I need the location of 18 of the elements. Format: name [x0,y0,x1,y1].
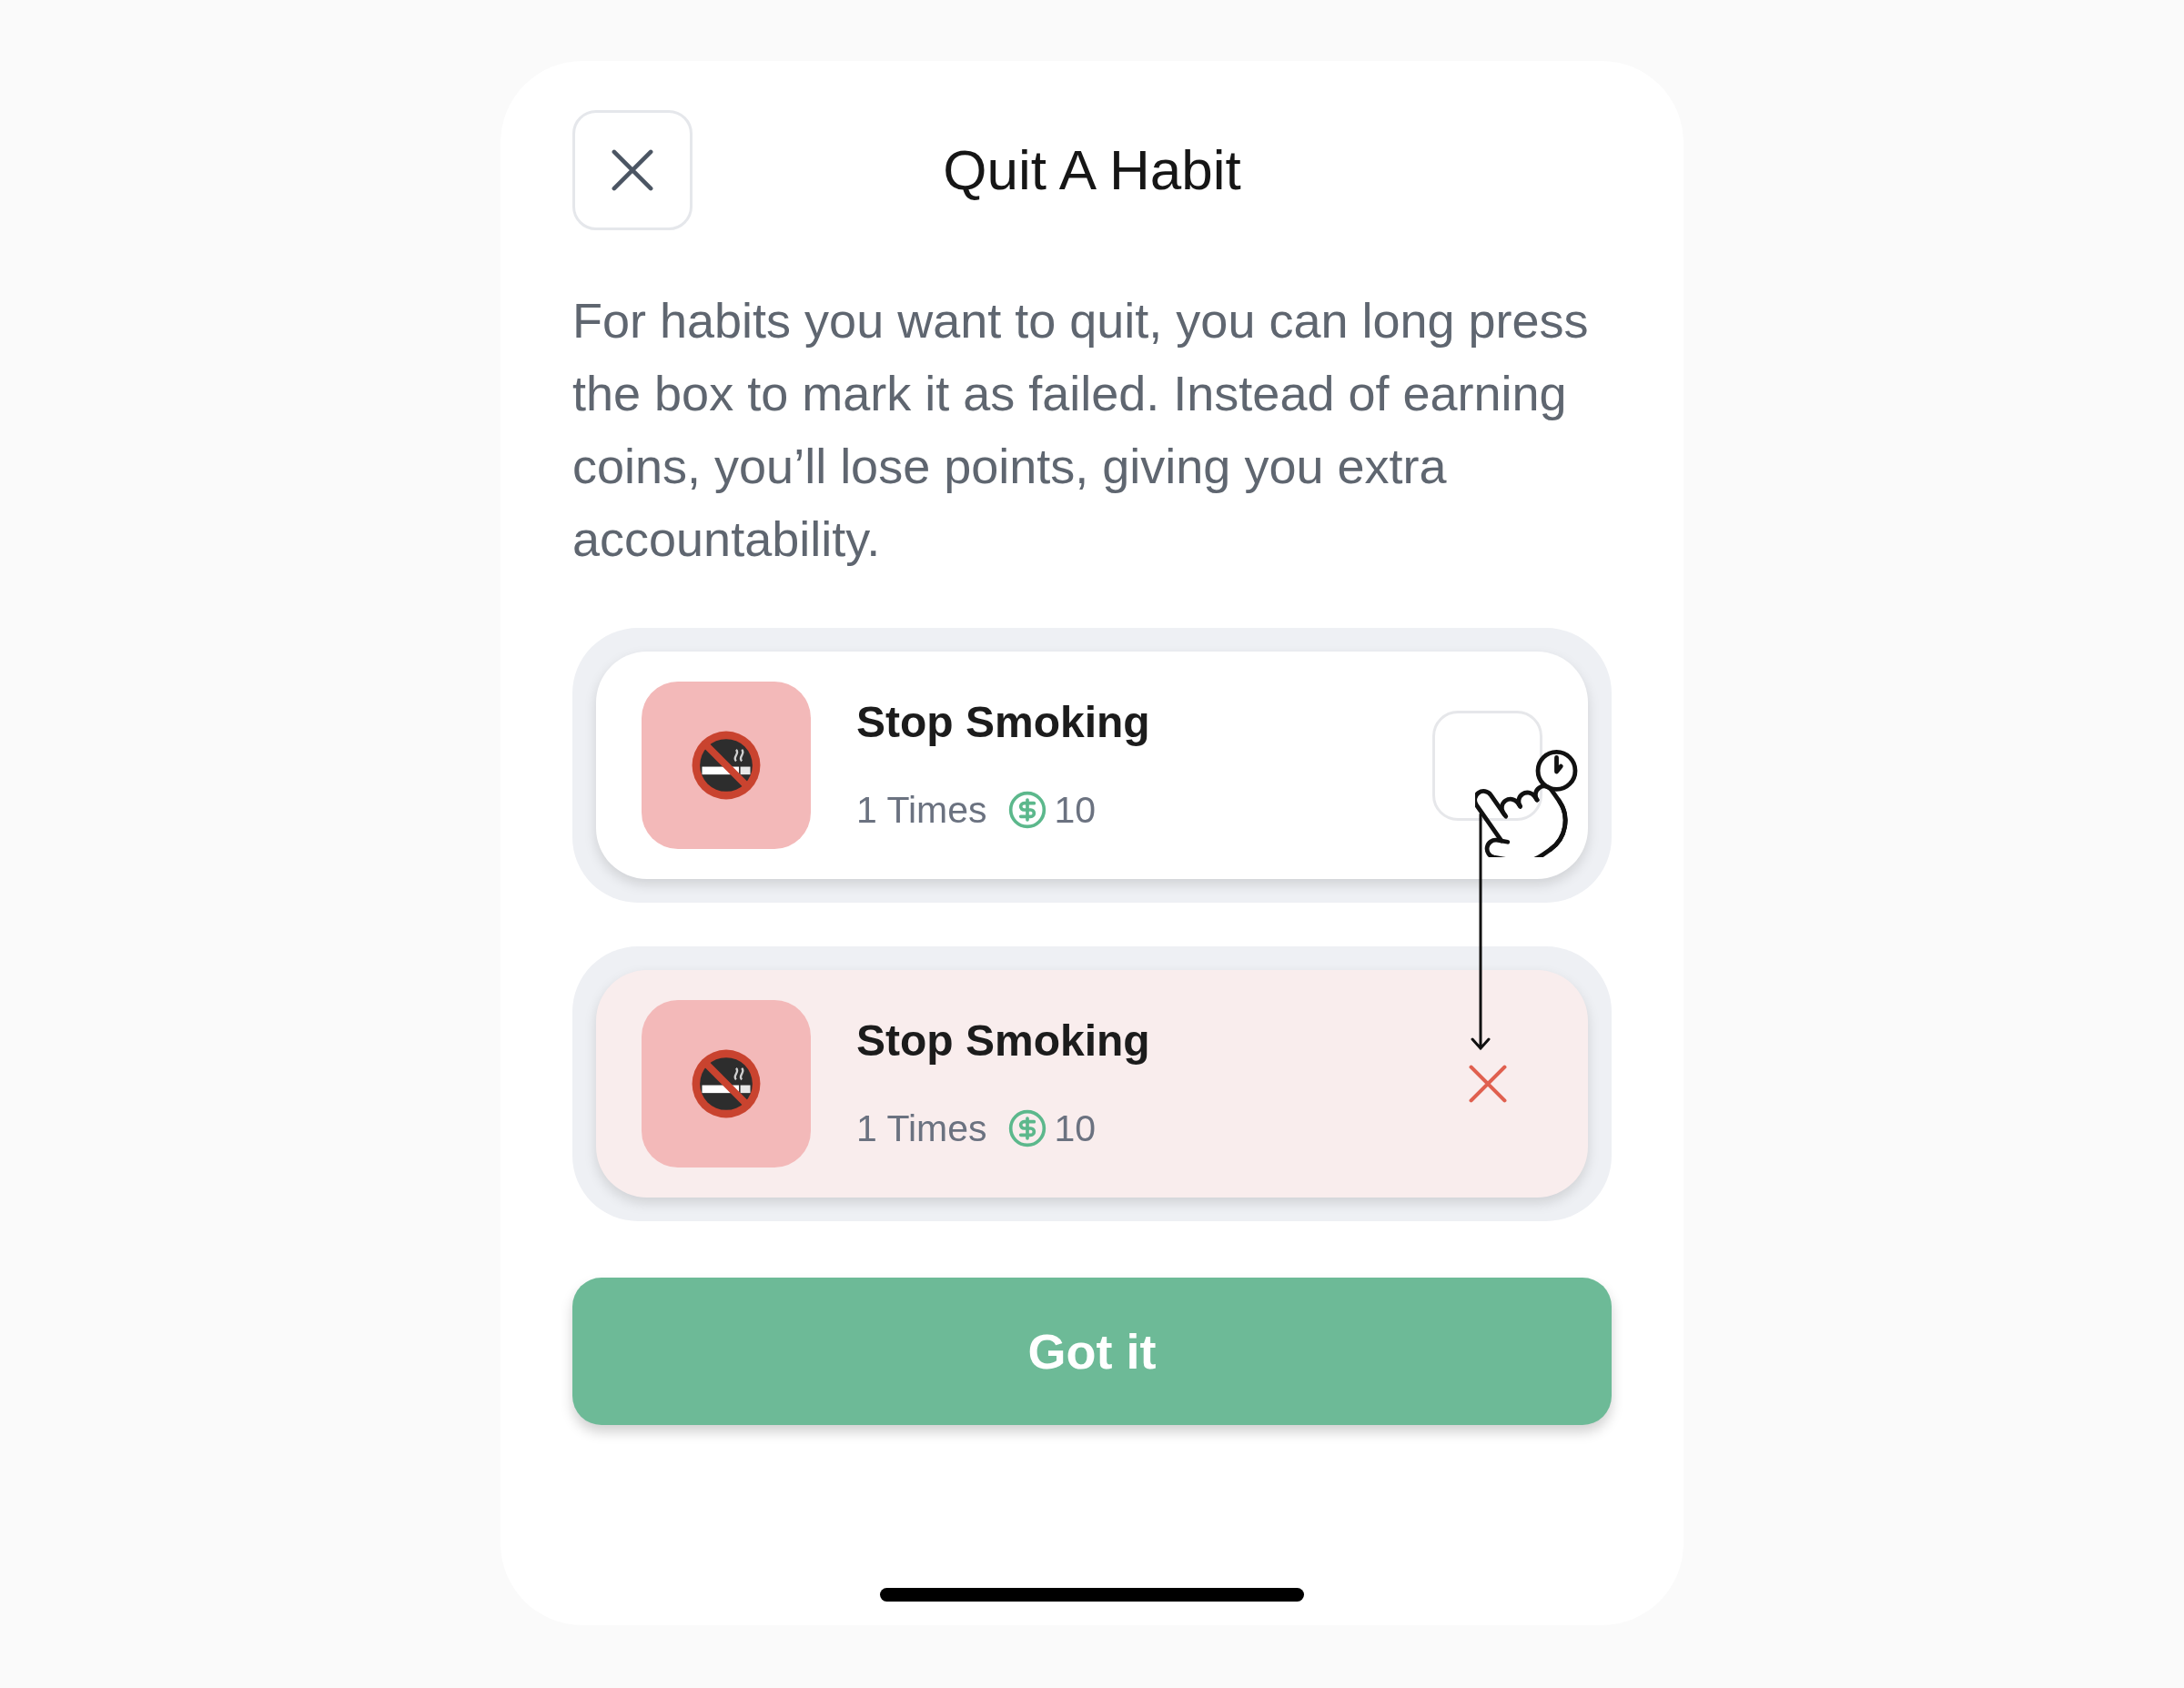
habit-card[interactable]: Stop Smoking 1 Times 10 [596,970,1588,1198]
close-icon [612,149,653,191]
no-smoking-icon [642,682,811,849]
coin-icon [1006,790,1047,830]
habit-count: 1 Times [856,788,987,833]
habit-name: Stop Smoking [856,1016,1150,1066]
no-smoking-icon [642,1000,811,1167]
habit-count: 1 Times [856,1107,987,1151]
coin-icon [1006,1108,1047,1148]
coin-amount: 10 [1054,788,1097,833]
dialog-title: Quit A Habit [943,137,1241,203]
checkbox[interactable] [1432,710,1542,821]
habit-name: Stop Smoking [856,697,1150,748]
coin-amount: 10 [1054,1107,1097,1151]
hand-with-timer-icon [1475,750,1579,857]
description-text: For habits you want to quit, you can long press the box to mark it as failed. Instead of earning coins, you’ll lose points, giving you extra accountability. [572,292,1590,568]
habit-card[interactable]: Stop Smoking 1 Times 10 [596,652,1588,879]
close-button[interactable] [572,110,693,230]
